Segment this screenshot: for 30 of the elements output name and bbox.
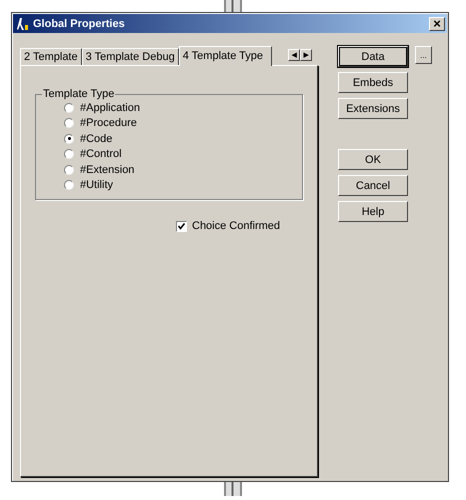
radio-button[interactable]	[64, 102, 74, 113]
dialog-button[interactable]: Cancel	[338, 175, 408, 196]
dialog-button[interactable]: Help	[338, 201, 408, 222]
window-title: Global Properties	[33, 18, 126, 30]
close-button[interactable]: ×	[429, 16, 445, 30]
radio-option[interactable]: #Extension	[64, 162, 134, 178]
side-button[interactable]: Data	[338, 46, 408, 67]
side-button[interactable]: Extensions	[338, 98, 408, 119]
radio-option[interactable]: #Application	[64, 100, 140, 116]
radio-option[interactable]: #Utility	[64, 178, 114, 193]
radio-button[interactable]	[64, 164, 74, 175]
splitter-bar[interactable]	[224, 0, 242, 12]
radio-button[interactable]	[64, 149, 74, 160]
checkbox[interactable]	[176, 220, 187, 232]
ellipsis-button[interactable]: ...	[415, 46, 432, 64]
radio-button[interactable]	[64, 118, 74, 128]
tab[interactable]: 3 Template Debug	[82, 48, 179, 65]
tab[interactable]: 4 Template Type	[178, 46, 272, 66]
dialog-button[interactable]: OK	[338, 149, 408, 170]
side-button[interactable]: Embeds	[338, 72, 408, 93]
radio-option[interactable]: #Procedure	[64, 116, 137, 131]
radio-option[interactable]: #Code	[64, 131, 112, 146]
group-title: Template Type	[42, 88, 116, 100]
app-icon	[17, 16, 29, 30]
radio-button[interactable]	[64, 180, 74, 190]
radio-option[interactable]: #Control	[64, 146, 122, 162]
splitter-bar[interactable]	[224, 482, 242, 496]
radio-button[interactable]	[64, 134, 74, 144]
choice-checkbox[interactable]: Choice Confirmed	[176, 220, 280, 232]
tab[interactable]: 2 Template	[20, 48, 82, 65]
